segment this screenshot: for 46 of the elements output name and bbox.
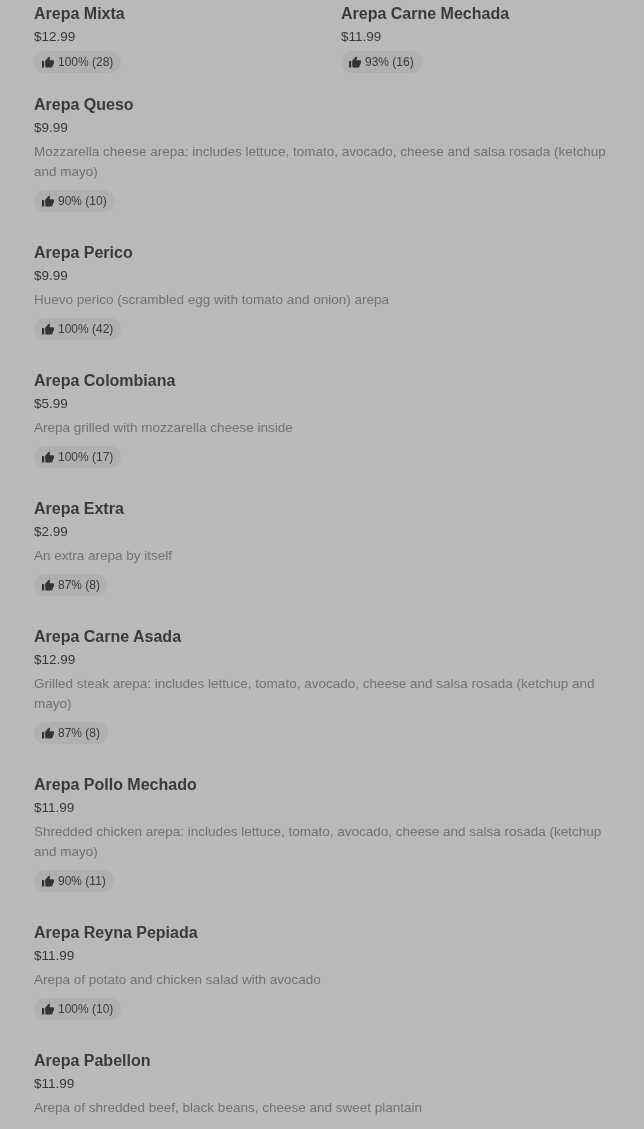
- item-name: Arepa Pollo Mechado: [34, 775, 197, 795]
- rating-text: 90% (10): [58, 194, 107, 208]
- item-name: Arepa Queso: [34, 95, 134, 115]
- thumbs-up-icon: [42, 875, 54, 887]
- item-price: $11.99: [34, 1075, 75, 1093]
- item-description: Grilled steak arepa: includes lettuce, tomato, avocado, cheese and salsa rosada (ketchup and mayo): [34, 675, 596, 713]
- item-description: Shredded chicken arepa: includes lettuce, tomato, avocado, cheese and salsa rosada (ketchup and mayo): [34, 823, 603, 861]
- rating-text: 100% (42): [58, 322, 114, 336]
- rating-text: 93% (16): [365, 55, 414, 69]
- item-name: Arepa Reyna Pepiada: [34, 923, 198, 943]
- item-name: Arepa Carne Asada: [34, 627, 182, 647]
- item-name: Arepa Extra: [34, 499, 124, 519]
- item-price: $11.99: [34, 947, 75, 965]
- item-price: $9.99: [34, 267, 68, 285]
- item-name: Arepa Pabellon: [34, 1051, 151, 1071]
- item-price: $9.99: [34, 119, 68, 137]
- item-price: $5.99: [34, 395, 68, 413]
- thumbs-up-icon: [42, 451, 54, 463]
- item-price: $12.99: [34, 651, 76, 669]
- rating-text: 87% (8): [58, 726, 101, 740]
- item-name: Arepa Mixta: [34, 4, 125, 24]
- rating-text: 100% (28): [58, 55, 114, 69]
- rating-text: 100% (17): [58, 450, 114, 464]
- thumbs-up-icon: [42, 195, 54, 207]
- item-description: Arepa of potato and chicken salad with avocado: [34, 971, 321, 989]
- rating-text: 90% (11): [58, 874, 106, 888]
- item-name: Arepa Perico: [34, 243, 133, 263]
- thumbs-up-icon: [42, 727, 54, 739]
- item-price: $12.99: [34, 28, 76, 46]
- item-description: Arepa of shredded beef, black beans, cheese and sweet plantain: [34, 1099, 423, 1117]
- item-description: An extra arepa by itself: [34, 547, 173, 565]
- thumbs-up-icon: [42, 1003, 54, 1015]
- item-description: Huevo perico (scrambled egg with tomato and onion) arepa: [34, 291, 389, 309]
- thumbs-up-icon: [349, 56, 361, 68]
- thumbs-up-icon: [42, 579, 54, 591]
- rating-text: 87% (8): [58, 578, 101, 592]
- item-description: Arepa grilled with mozzarella cheese inside: [34, 419, 293, 437]
- rating-text: 100% (10): [58, 1002, 114, 1016]
- item-price: $11.99: [34, 799, 75, 817]
- item-name: Arepa Colombiana: [34, 371, 176, 391]
- thumbs-up-icon: [42, 56, 54, 68]
- thumbs-up-icon: [42, 323, 54, 335]
- item-description: Mozzarella cheese arepa: includes lettuce, tomato, avocado, cheese and salsa rosada (ketchup and mayo): [34, 143, 607, 181]
- item-price: $11.99: [341, 28, 382, 46]
- item-price: $2.99: [34, 523, 68, 541]
- item-name: Arepa Carne Mechada: [341, 4, 510, 24]
